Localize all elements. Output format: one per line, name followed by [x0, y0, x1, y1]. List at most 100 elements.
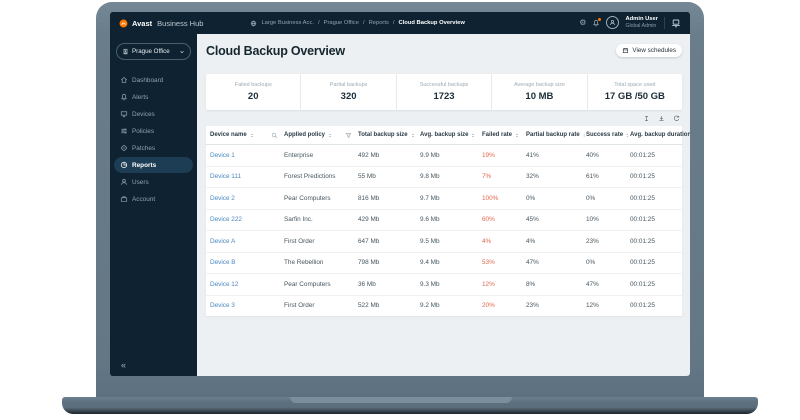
avg-size-cell: 9.3 Mb	[420, 281, 482, 288]
policy-cell: Sarfin Inc.	[284, 216, 358, 223]
topbar: Avast Business Hub Large Business Acc. /…	[110, 12, 690, 34]
sidebar-item-devices[interactable]: Devices	[110, 106, 197, 122]
sidebar-item-label: Policies	[132, 128, 154, 135]
laptop-notch	[290, 397, 512, 403]
sidebar-item-account[interactable]: Account	[110, 191, 197, 207]
failed-rate-cell: 60%	[482, 216, 526, 223]
collapse-sidebar-button[interactable]: «	[121, 360, 126, 370]
notifications-icon[interactable]	[592, 19, 600, 27]
duration-cell: 00:01:25	[630, 302, 686, 309]
device-link[interactable]: Device 2	[210, 195, 284, 202]
total-size-cell: 647 Mb	[358, 238, 420, 245]
device-link[interactable]: Device 1	[210, 152, 284, 159]
refresh-icon[interactable]	[673, 115, 680, 122]
failed-rate-cell: 7%	[482, 173, 526, 180]
download-icon[interactable]	[658, 115, 665, 122]
device-link[interactable]: Device 3	[210, 302, 284, 309]
stat-total-space-used: Total space used 17 GB /50 GB	[587, 74, 682, 110]
column-label: Total backup size	[358, 132, 408, 138]
policy-cell: Pear Computers	[284, 195, 358, 202]
office-selector-label: Prague Office	[132, 48, 170, 55]
sidebar-item-policies[interactable]: Policies	[110, 123, 197, 139]
breadcrumb-separator: /	[393, 20, 395, 26]
avg-size-cell: 9.5 Mb	[420, 238, 482, 245]
sidebar-item-patches[interactable]: Patches	[110, 140, 197, 156]
stat-successful-backups: Successful backups 1723	[396, 74, 491, 110]
duration-cell: 00:01:25	[630, 281, 686, 288]
duration-cell: 00:01:25	[630, 195, 686, 202]
row-height-icon[interactable]	[643, 115, 650, 122]
user-role: Global Admin	[625, 23, 658, 30]
device-link[interactable]: Device 12	[210, 281, 284, 288]
view-schedules-button[interactable]: View schedules	[616, 44, 682, 57]
sidebar-item-alerts[interactable]: Alerts	[110, 89, 197, 105]
sidebar-nav: Dashboard Alerts Devices	[110, 72, 197, 208]
col-partial-backup-rate[interactable]: Partial backup rate	[526, 132, 586, 139]
col-failed-rate[interactable]: Failed rate	[482, 132, 526, 139]
policy-cell: Enterprise	[284, 152, 358, 159]
partial-rate-cell: 32%	[526, 173, 586, 180]
avg-size-cell: 9.4 Mb	[420, 259, 482, 266]
user-icon	[120, 178, 128, 186]
laptop-mockup: Avast Business Hub Large Business Acc. /…	[0, 0, 800, 420]
gear-icon[interactable]: ⚙	[579, 19, 586, 27]
patch-icon	[120, 144, 128, 152]
column-label: Partial backup rate	[526, 132, 580, 138]
failed-rate-cell: 20%	[482, 302, 526, 309]
col-avg-backup-duration[interactable]: Avg. backup duration	[630, 132, 686, 139]
success-rate-cell: 23%	[586, 238, 630, 245]
search-icon[interactable]	[271, 132, 278, 139]
building-icon	[122, 48, 129, 55]
sidebar-item-users[interactable]: Users	[110, 174, 197, 190]
filter-icon[interactable]	[345, 132, 352, 139]
console-switch-icon[interactable]	[671, 18, 681, 28]
pie-chart-icon	[120, 161, 128, 169]
user-info[interactable]: Admin User Global Admin	[625, 16, 658, 30]
breadcrumb-item-office[interactable]: Prague Office	[324, 20, 359, 26]
success-rate-cell: 0%	[586, 195, 630, 202]
col-avg-backup-size[interactable]: Avg. backup size	[420, 132, 482, 139]
content-row: Prague Office Dashboard	[110, 34, 690, 376]
policy-cell: First Order	[284, 238, 358, 245]
duration-cell: 00:01:25	[630, 216, 686, 223]
col-applied-policy[interactable]: Applied policy	[284, 132, 358, 139]
sidebar-item-dashboard[interactable]: Dashboard	[110, 72, 197, 88]
brand-name-rest: Business Hub	[157, 19, 203, 28]
device-link[interactable]: Device B	[210, 259, 284, 266]
avatar[interactable]	[606, 16, 619, 29]
column-label: Success rate	[586, 132, 623, 138]
sidebar-item-label: Patches	[132, 145, 155, 152]
device-link[interactable]: Device A	[210, 238, 284, 245]
partial-rate-cell: 0%	[526, 195, 586, 202]
policy-cell: The Rebellion	[284, 259, 358, 266]
office-selector[interactable]: Prague Office	[116, 43, 191, 60]
page-title: Cloud Backup Overview	[206, 44, 345, 58]
device-link[interactable]: Device 111	[210, 173, 284, 180]
col-total-backup-size[interactable]: Total backup size	[358, 132, 420, 139]
success-rate-cell: 47%	[586, 281, 630, 288]
failed-rate-cell: 100%	[482, 195, 526, 202]
stat-label: Successful backups	[420, 82, 469, 88]
table-row: Device 1 Enterprise 492 Mb 9.9 Mb 19% 41…	[206, 145, 682, 167]
sliders-icon	[120, 127, 128, 135]
sort-icon	[514, 132, 520, 139]
device-link[interactable]: Device 222	[210, 216, 284, 223]
partial-rate-cell: 23%	[526, 302, 586, 309]
topbar-actions: ⚙ Admin User Global Admin	[579, 16, 681, 30]
avg-size-cell: 9.6 Mb	[420, 216, 482, 223]
breadcrumb-item-account[interactable]: Large Business Acc.	[261, 20, 314, 26]
laptop-base	[62, 397, 758, 414]
stat-value: 20	[248, 91, 259, 102]
laptop-bezel: Avast Business Hub Large Business Acc. /…	[96, 2, 704, 398]
briefcase-icon	[120, 195, 128, 203]
partial-rate-cell: 8%	[526, 281, 586, 288]
brand-name-bold: Avast	[132, 19, 152, 28]
col-device-name[interactable]: Device name	[210, 132, 284, 139]
breadcrumb-item-reports[interactable]: Reports	[369, 20, 389, 26]
sidebar-item-reports[interactable]: Reports	[114, 157, 193, 173]
user-icon	[609, 19, 616, 26]
col-success-rate[interactable]: Success rate	[586, 132, 630, 139]
brand: Avast Business Hub	[119, 19, 203, 28]
stat-average-backup-size: Average backup size 10 MB	[491, 74, 586, 110]
sort-icon	[327, 132, 333, 139]
